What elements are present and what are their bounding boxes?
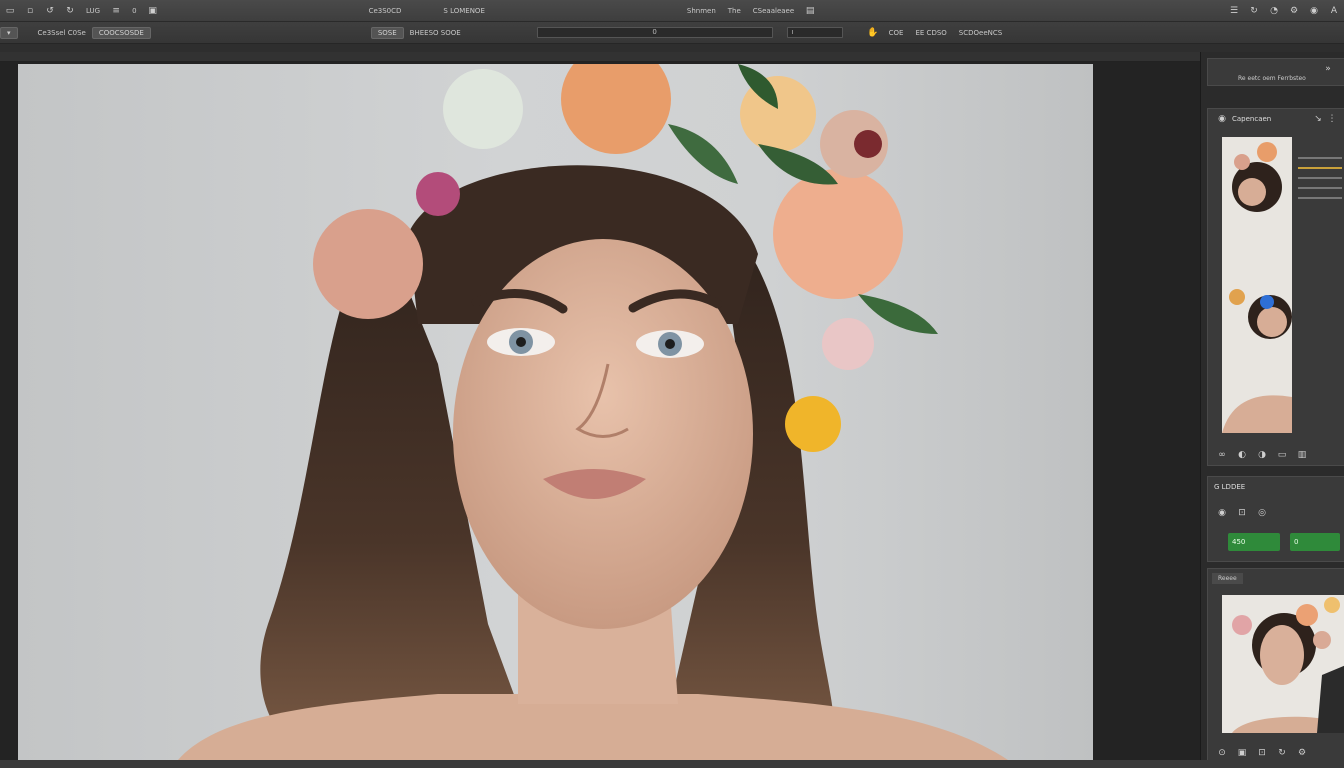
options-bar: ▾ Ce3Ssel C0Se COOCSOSDE SOSE BHEESO SOO…: [0, 22, 1344, 44]
menu-bar: ▭ ▫ ↺ ↻ LUG ≡ 0 ▣ Ce3S0CD S LOMENOE Shnm…: [0, 0, 1344, 22]
layer-thumbnail[interactable]: [1222, 137, 1292, 433]
more-icon[interactable]: ⋮: [1326, 113, 1338, 125]
right-dock: » Re eetc oem Ferrbsteo ◉ Capencaen ↘ ⋮: [1200, 52, 1344, 768]
properties-panel: ◉ Capencaen ↘ ⋮ ∞ ◐ ◑ ▭ ▥: [1207, 108, 1344, 466]
adjustments-panel: G LDDEE ◉ ⊡ ◎ 450 0: [1207, 476, 1344, 562]
trash-icon[interactable]: ▥: [1296, 449, 1308, 461]
slider[interactable]: [1298, 197, 1342, 199]
value-field[interactable]: 0: [536, 27, 773, 38]
redo-icon[interactable]: ↻: [64, 5, 76, 17]
crop-icon[interactable]: ⊡: [1256, 747, 1268, 759]
adjust-icon[interactable]: ◑: [1256, 449, 1268, 461]
menu-left-text[interactable]: LUG: [86, 7, 100, 15]
home-icon[interactable]: ▭: [4, 5, 16, 17]
slider[interactable]: [1298, 177, 1342, 179]
canvas-image[interactable]: [18, 64, 1093, 760]
slider[interactable]: [1298, 187, 1342, 189]
preview-footer: ⊙ ▣ ⊡ ↻ ⚙: [1212, 747, 1312, 759]
folder-icon[interactable]: ▭: [1276, 449, 1288, 461]
option-extra-a[interactable]: COE: [889, 29, 904, 37]
panel-toggle-icon[interactable]: ▤: [804, 5, 816, 17]
preview-panel: Reeee ⊙ ▣ ⊡ ↻ ⚙: [1207, 568, 1344, 764]
circle-icon[interactable]: ◔: [1268, 5, 1280, 17]
visibility-icon[interactable]: ◉: [1216, 507, 1228, 519]
mode-button[interactable]: COOCSOSDE: [91, 26, 151, 39]
document-tabs[interactable]: [0, 52, 1344, 62]
properties-title: Capencaen: [1232, 115, 1272, 123]
undo-icon[interactable]: ↺: [44, 5, 56, 17]
rotate-icon[interactable]: ↻: [1276, 747, 1288, 759]
user-icon[interactable]: A: [1328, 5, 1340, 17]
clip-icon[interactable]: ⊡: [1236, 507, 1248, 519]
option-extra-b[interactable]: EE CDSO: [915, 29, 946, 37]
hand-icon[interactable]: ✋: [867, 27, 879, 39]
tool-value: BHEESO SOOE: [409, 28, 461, 37]
status-bar: [0, 760, 1344, 768]
preset-label[interactable]: Ce3Ssel C0Se: [38, 29, 86, 37]
slider[interactable]: [1298, 157, 1342, 159]
adjustments-toolbar: ◉ ⊡ ◎: [1212, 507, 1272, 519]
new-file-icon[interactable]: ▫: [24, 5, 36, 17]
option-extra-c[interactable]: SCDOeeNCS: [959, 29, 1002, 37]
portrait-image: [178, 64, 1008, 760]
fit-icon[interactable]: ▣: [1236, 747, 1248, 759]
preview-thumbnail[interactable]: [1222, 595, 1344, 733]
eye-icon[interactable]: ◉: [1216, 113, 1228, 125]
arrow-icon[interactable]: ↘: [1312, 113, 1324, 125]
mask-icon[interactable]: ◐: [1236, 449, 1248, 461]
thumbnail-image: [1222, 137, 1292, 433]
gear-icon[interactable]: ⚙: [1288, 5, 1300, 17]
settings-icon[interactable]: ⚙: [1296, 747, 1308, 759]
stat-badge-a[interactable]: 450: [1228, 533, 1280, 551]
layout-icon[interactable]: ▣: [147, 5, 159, 17]
dock-header-text: Re eetc oem Ferrbsteo: [1238, 75, 1306, 82]
record-icon[interactable]: ◉: [1308, 5, 1320, 17]
properties-footer: ∞ ◐ ◑ ▭ ▥: [1212, 449, 1312, 461]
document-title[interactable]: Ce3S0CD: [369, 7, 402, 15]
menu-left-number: 0: [132, 6, 137, 15]
secondary-field[interactable]: ı: [786, 27, 843, 38]
menu-item-c[interactable]: CSeaaleaee: [753, 7, 794, 15]
preset-dropdown[interactable]: ▾: [0, 26, 18, 39]
ruler: [0, 44, 1344, 52]
menu-item-a[interactable]: Shnmen: [687, 7, 716, 15]
stat-badge-b[interactable]: 0: [1290, 533, 1340, 551]
list-icon[interactable]: ☰: [1228, 5, 1240, 17]
collapse-icon[interactable]: »: [1322, 63, 1334, 75]
adjustments-title: G LDDEE: [1214, 483, 1246, 491]
menu-item-b[interactable]: The: [728, 7, 741, 15]
preview-tab[interactable]: Reeee: [1212, 573, 1243, 584]
tool-label-button[interactable]: SOSE: [370, 26, 404, 39]
zoom-icon[interactable]: ⊙: [1216, 747, 1228, 759]
preview-image: [1222, 595, 1344, 733]
refresh-icon[interactable]: ↻: [1248, 5, 1260, 17]
link-icon[interactable]: ∞: [1216, 449, 1228, 461]
adjustment-sliders[interactable]: [1298, 149, 1342, 207]
document-subtitle[interactable]: S LOMENOE: [443, 7, 484, 15]
slider[interactable]: [1298, 167, 1342, 169]
properties-header: ◉ Capencaen: [1212, 113, 1271, 125]
reset-icon[interactable]: ◎: [1256, 507, 1268, 519]
dock-header-panel: » Re eetc oem Ferrbsteo: [1207, 58, 1344, 86]
align-icon[interactable]: ≡: [110, 5, 122, 17]
